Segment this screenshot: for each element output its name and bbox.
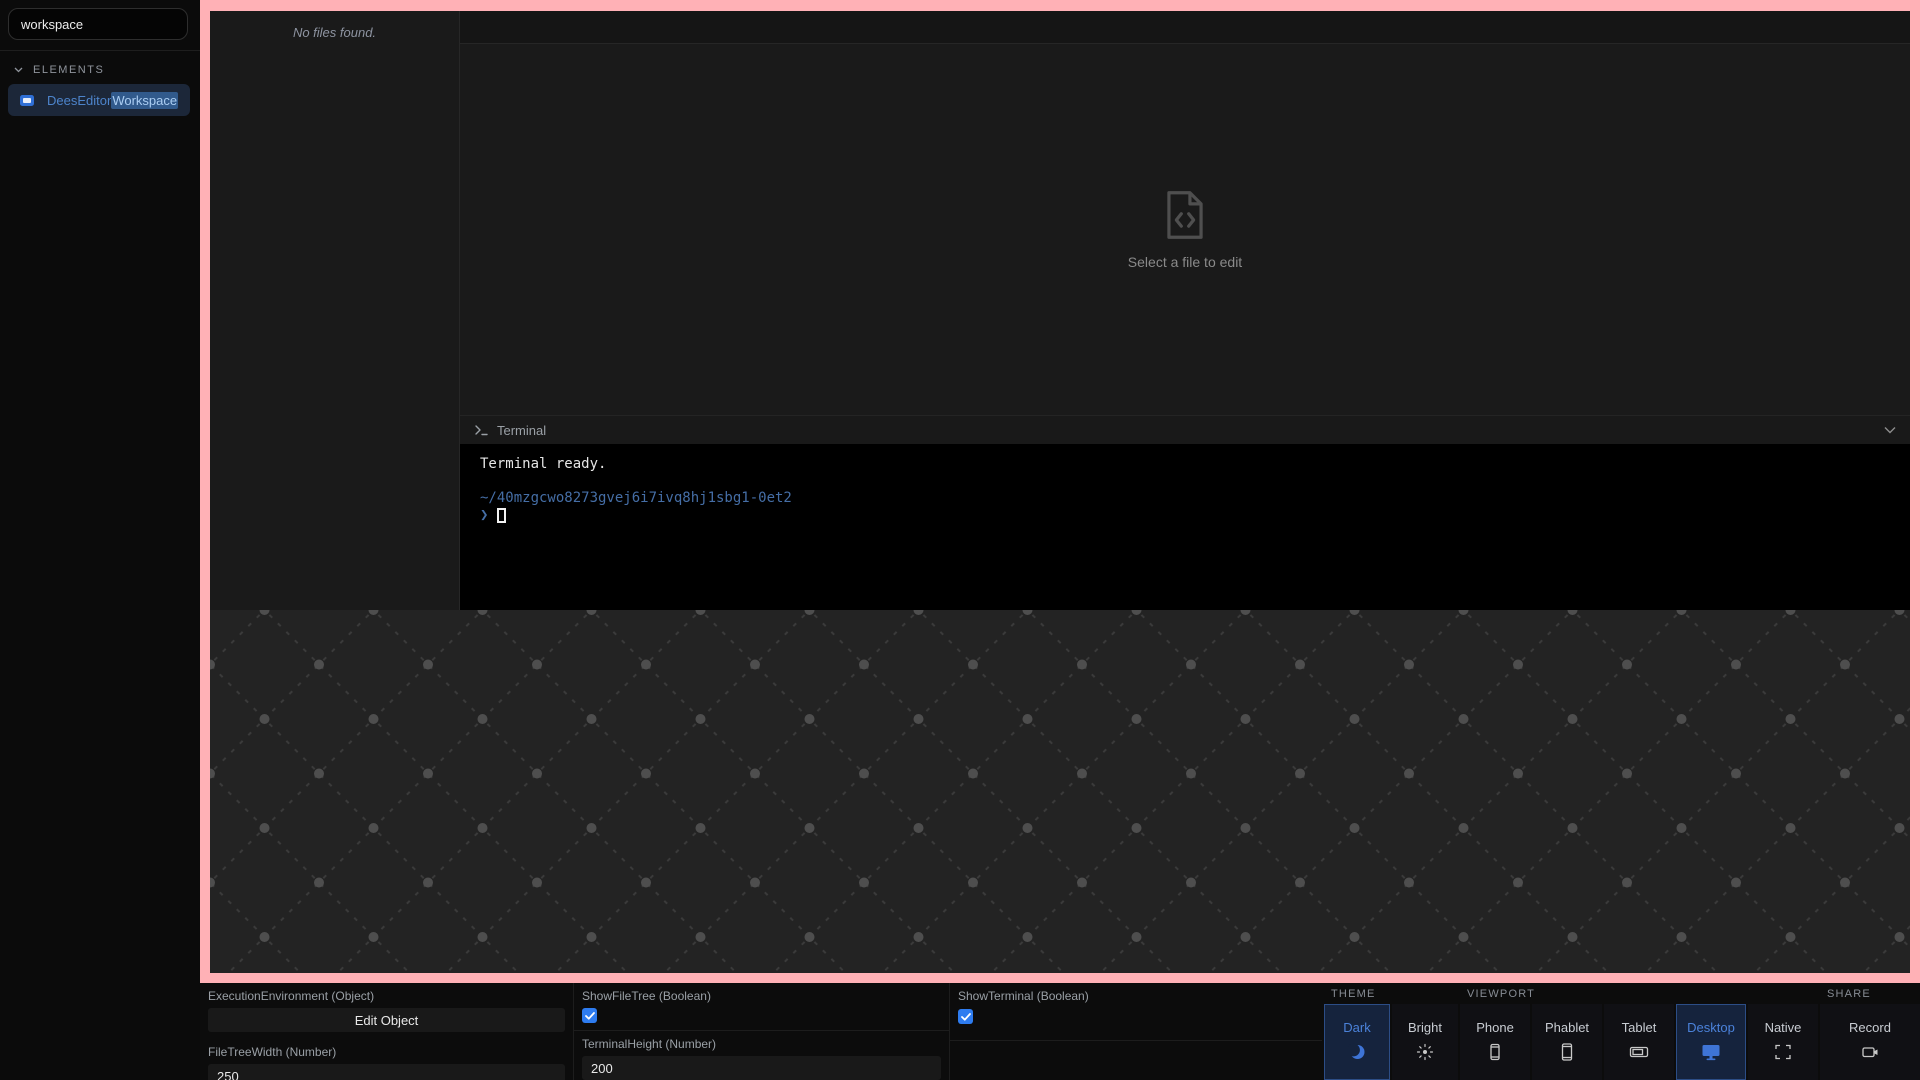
- demo-frame: No files found. Select a file to edit: [200, 0, 1920, 983]
- search-input[interactable]: [8, 8, 188, 40]
- phablet-icon: [1558, 1043, 1576, 1061]
- editor-placeholder-text: Select a file to edit: [1128, 254, 1242, 270]
- show-terminal-checkbox[interactable]: [958, 1009, 973, 1024]
- element-label: DeesEditorWorkspace: [47, 93, 178, 108]
- theme-dark-button[interactable]: Dark: [1324, 1004, 1390, 1080]
- editor-empty-state: Select a file to edit: [460, 44, 1910, 415]
- elements-section-header[interactable]: ELEMENTS: [0, 62, 200, 78]
- file-code-icon: [1164, 190, 1206, 240]
- viewport-phone-label: Phone: [1476, 1020, 1514, 1035]
- terminal-title: Terminal: [497, 423, 546, 438]
- theme-bright-button[interactable]: Bright: [1392, 1004, 1458, 1080]
- edit-object-button[interactable]: Edit Object: [208, 1008, 565, 1032]
- theme-section-header: THEME: [1322, 983, 1458, 1002]
- viewport-section-header: VIEWPORT: [1458, 983, 1818, 1002]
- editor-workspace-component: No files found. Select a file to edit: [210, 11, 1910, 610]
- viewport-tablet-label: Tablet: [1622, 1020, 1657, 1035]
- check-icon: [961, 1013, 971, 1021]
- theme-section: THEME Dark Bright: [1322, 983, 1458, 1080]
- viewport-desktop-label: Desktop: [1687, 1020, 1735, 1035]
- file-tree-empty-message: No files found.: [293, 25, 376, 610]
- terminal-height-label: TerminalHeight (Number): [582, 1037, 941, 1051]
- viewport-native-button[interactable]: Native: [1748, 1004, 1818, 1080]
- share-section-header: SHARE: [1818, 983, 1920, 1002]
- terminal-prompt-icon: [474, 423, 489, 437]
- viewport-phone-button[interactable]: Phone: [1460, 1004, 1530, 1080]
- moon-icon: [1348, 1043, 1366, 1061]
- terminal-header[interactable]: Terminal: [460, 415, 1910, 444]
- fullscreen-brackets-icon: [1774, 1043, 1792, 1061]
- search-match-highlight: Workspace: [111, 92, 178, 109]
- demo-background-pattern: [210, 610, 1910, 973]
- viewport-native-label: Native: [1765, 1020, 1802, 1035]
- file-tree-width-input[interactable]: [208, 1064, 565, 1080]
- sun-icon: [1416, 1043, 1434, 1061]
- sidebar-item-dees-editor-workspace[interactable]: DeesEditorWorkspace: [8, 84, 190, 116]
- viewport-phablet-label: Phablet: [1545, 1020, 1589, 1035]
- viewport-desktop-button[interactable]: Desktop: [1676, 1004, 1746, 1080]
- theme-bright-label: Bright: [1408, 1020, 1442, 1035]
- chevron-down-icon: [14, 67, 23, 73]
- viewport-tablet-button[interactable]: Tablet: [1604, 1004, 1674, 1080]
- show-file-tree-label: ShowFileTree (Boolean): [582, 989, 941, 1003]
- element-icon: [20, 95, 34, 106]
- share-record-button[interactable]: Record: [1820, 1004, 1920, 1080]
- catalog-sidebar: ELEMENTS DeesEditorWorkspace: [0, 0, 200, 1080]
- share-section: SHARE Record: [1818, 983, 1920, 1080]
- execution-environment-label: ExecutionEnvironment (Object): [208, 989, 565, 1003]
- terminal-collapse-chevron-icon[interactable]: [1884, 426, 1896, 434]
- tablet-icon: [1629, 1043, 1649, 1061]
- terminal-prompt: ❯: [480, 507, 488, 524]
- terminal-output[interactable]: Terminal ready. ~/40mzgcwo8273gvej6i7ivq…: [460, 444, 1910, 610]
- check-icon: [585, 1012, 595, 1020]
- show-terminal-label: ShowTerminal (Boolean): [958, 989, 1314, 1004]
- file-tree-width-label: FileTreeWidth (Number): [208, 1045, 565, 1059]
- terminal-ready-line: Terminal ready.: [480, 456, 1890, 473]
- phone-icon: [1486, 1043, 1504, 1061]
- theme-dark-label: Dark: [1343, 1020, 1370, 1035]
- editor-tab-bar: [460, 11, 1910, 44]
- viewport-phablet-button[interactable]: Phablet: [1532, 1004, 1602, 1080]
- elements-section-label: ELEMENTS: [33, 64, 104, 76]
- terminal-cwd-line: ~/40mzgcwo8273gvej6i7ivq8hj1sbg1-0et2: [480, 490, 1890, 507]
- video-camera-icon: [1860, 1043, 1880, 1061]
- file-tree-panel[interactable]: No files found.: [210, 11, 460, 610]
- desktop-monitor-icon: [1701, 1043, 1721, 1061]
- sidebar-divider: [0, 50, 200, 51]
- show-file-tree-checkbox[interactable]: [582, 1008, 597, 1023]
- terminal-cursor: [497, 508, 506, 523]
- viewport-section: VIEWPORT Phone Phablet Tablet: [1458, 983, 1818, 1080]
- terminal-height-input[interactable]: [582, 1056, 941, 1080]
- share-record-label: Record: [1849, 1020, 1891, 1035]
- properties-panel: ExecutionEnvironment (Object) Edit Objec…: [200, 983, 1920, 1080]
